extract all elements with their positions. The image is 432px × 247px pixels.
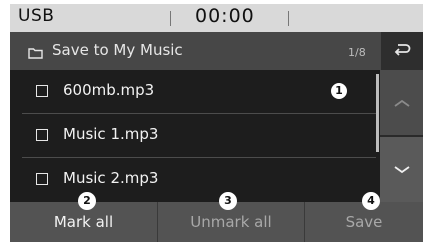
- callout-marker-1: 1: [331, 83, 347, 99]
- header-title: Save to My Music: [52, 41, 183, 59]
- callout-marker-2: 2: [78, 192, 96, 210]
- header-bar: Save to My Music 1/8: [10, 32, 423, 70]
- scroll-down-button[interactable]: [380, 137, 423, 202]
- file-row[interactable]: 600mb.mp3: [10, 70, 380, 114]
- file-row[interactable]: Music 1.mp3: [10, 114, 380, 158]
- file-name: Music 1.mp3: [63, 125, 159, 143]
- file-name: Music 2.mp3: [63, 169, 159, 187]
- bottom-bar: Mark all Unmark all Save: [10, 202, 423, 242]
- file-row[interactable]: Music 2.mp3: [10, 158, 380, 202]
- file-name: 600mb.mp3: [63, 81, 155, 99]
- chevron-up-icon: [393, 93, 411, 112]
- back-button[interactable]: [381, 32, 423, 70]
- source-label: USB: [18, 6, 55, 26]
- clock: 00:00: [195, 5, 255, 27]
- status-divider: [170, 11, 171, 26]
- callout-marker-4: 4: [362, 192, 380, 210]
- folder-icon: [28, 44, 43, 59]
- scroll-up-button[interactable]: [380, 70, 423, 135]
- file-checkbox[interactable]: [36, 85, 48, 97]
- callout-marker-3: 3: [219, 192, 237, 210]
- file-checkbox[interactable]: [36, 173, 48, 185]
- usb-save-screen: USB 00:00 Save to My Music 1/8 600mb.mp3…: [10, 4, 423, 242]
- status-divider: [288, 11, 289, 26]
- file-list: 600mb.mp3 Music 1.mp3 Music 2.mp3: [10, 70, 380, 202]
- back-return-icon: [393, 42, 411, 61]
- save-button[interactable]: Save: [305, 202, 423, 242]
- page-count: 1/8: [348, 46, 366, 59]
- file-checkbox[interactable]: [36, 129, 48, 141]
- scrollbar-thumb[interactable]: [376, 74, 379, 152]
- scroll-panel: [376, 70, 423, 202]
- status-bar: USB 00:00: [10, 4, 423, 32]
- chevron-down-icon: [393, 160, 411, 179]
